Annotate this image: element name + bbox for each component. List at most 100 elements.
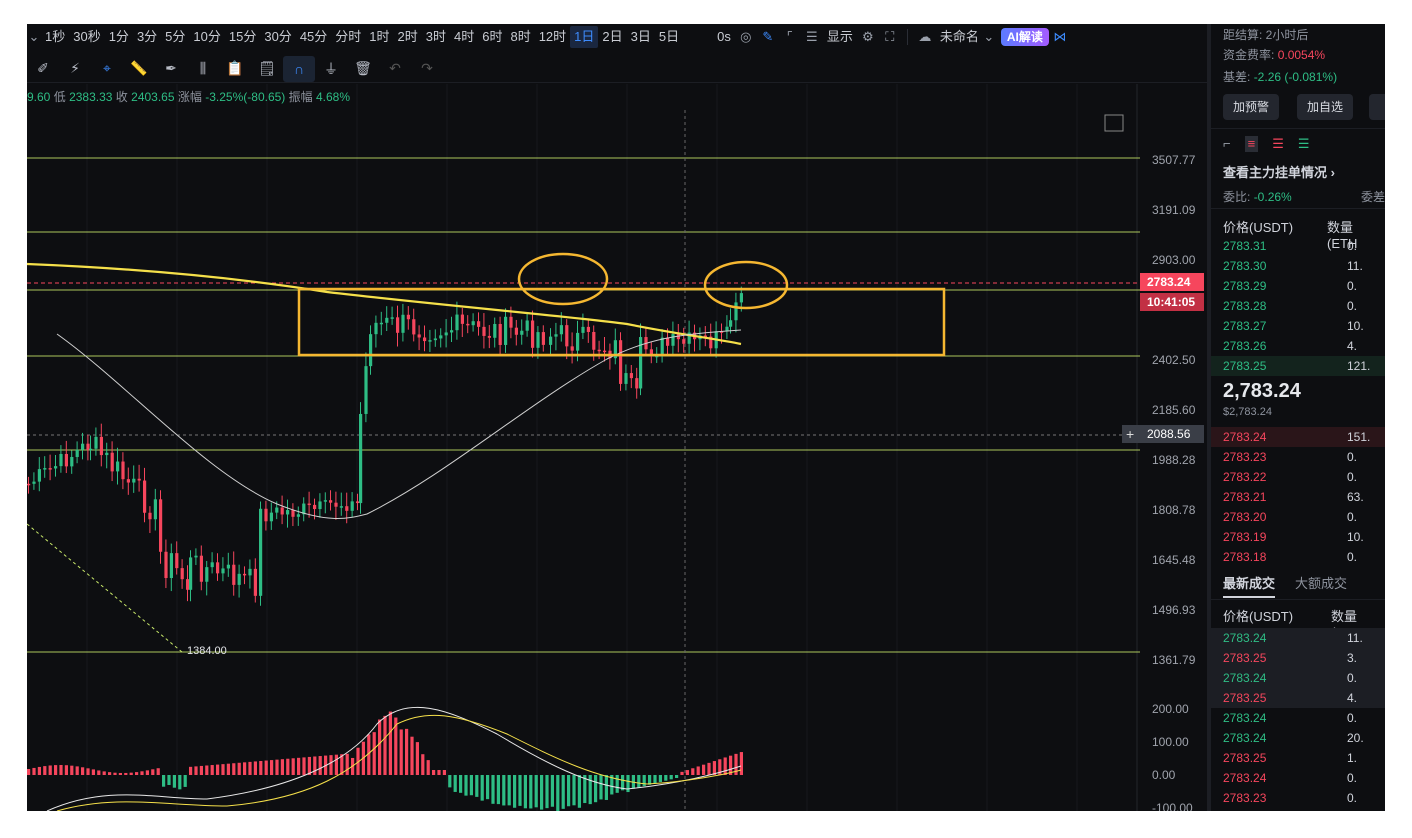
candle-body xyxy=(243,573,247,576)
timeframe-tab[interactable]: 15分 xyxy=(225,26,260,48)
timeframe-tab[interactable]: 分时 xyxy=(331,26,365,48)
trash-icon[interactable]: 🗑 xyxy=(347,56,379,82)
bars-icon[interactable]: ⫼ xyxy=(187,56,219,82)
tab-latest-trades[interactable]: 最新成交 xyxy=(1223,573,1276,598)
clipboard-icon[interactable]: 📋 xyxy=(219,56,251,82)
redo-icon[interactable]: ↷ xyxy=(411,56,443,82)
book-both-icon[interactable]: ⌐ xyxy=(1223,136,1231,152)
timeframe-tab[interactable]: 1秒 xyxy=(41,26,69,48)
trade-row[interactable]: 2783.24 20. xyxy=(1211,728,1385,748)
timeframe-tab[interactable]: 30分 xyxy=(260,26,295,48)
add-alert-button[interactable]: 加预警 xyxy=(1223,94,1280,120)
settings-icon[interactable]: ⚙ xyxy=(857,26,879,48)
crop-icon[interactable]: ⌜ xyxy=(779,26,801,48)
trade-row[interactable]: 2783.24 11. xyxy=(1211,628,1385,648)
brush-icon[interactable]: ✐ xyxy=(27,56,59,82)
timeframe-tab[interactable]: 45分 xyxy=(296,26,331,48)
row-price: 2783.23 xyxy=(1223,450,1267,464)
trade-row[interactable]: 2783.25 1. xyxy=(1211,748,1385,768)
book-row[interactable]: 2783.29 0. xyxy=(1211,276,1385,296)
filter-icon[interactable]: ⏚ xyxy=(315,56,347,82)
list-icon[interactable]: ☰ xyxy=(801,26,823,48)
macd-bar xyxy=(388,711,392,775)
book-row[interactable]: 2783.19 10. xyxy=(1211,527,1385,547)
macd-bar xyxy=(507,775,511,806)
book-asks-icon[interactable]: ☰ xyxy=(1272,136,1284,152)
trade-row[interactable]: 2783.24 0. xyxy=(1211,768,1385,788)
trade-row[interactable]: 2783.25 4. xyxy=(1211,688,1385,708)
magnet-icon[interactable]: ∩ xyxy=(283,55,315,82)
timeframe-tab[interactable]: 8时 xyxy=(506,26,534,48)
book-row[interactable]: 2783.18 0. xyxy=(1211,547,1385,567)
book-row[interactable]: 2783.22 0. xyxy=(1211,467,1385,487)
timeframe-tab[interactable]: 30秒 xyxy=(69,26,104,48)
timeframe-tab[interactable]: 2时 xyxy=(394,26,422,48)
timeframe-tab[interactable]: 10分 xyxy=(189,26,224,48)
trade-row[interactable]: 2783.24 0. xyxy=(1211,708,1385,728)
price-tick: 3191.09 xyxy=(1152,203,1196,217)
timeframe-tab[interactable]: 3分 xyxy=(133,26,161,48)
timeframe-tab[interactable]: 1分 xyxy=(105,26,133,48)
book-row[interactable]: 2783.26 4. xyxy=(1211,336,1385,356)
macd-bar xyxy=(156,768,160,775)
note-icon[interactable]: 🗒 xyxy=(251,56,283,82)
display-button[interactable]: 显示 xyxy=(823,26,857,48)
book-row[interactable]: 2783.24 151. xyxy=(1211,427,1385,447)
row-price: 2783.24 xyxy=(1223,771,1267,785)
timeframe-tab[interactable]: 5日 xyxy=(655,26,683,48)
layout-name-dropdown[interactable]: 未命名 xyxy=(936,26,983,48)
timeframe-tab[interactable]: 12时 xyxy=(535,26,570,48)
countdown-toggle[interactable]: 0s xyxy=(713,26,735,48)
undo-icon[interactable]: ↶ xyxy=(379,56,411,82)
book-row[interactable]: 2783.25 121. xyxy=(1211,356,1385,376)
ruler-icon[interactable]: 📏 xyxy=(123,56,155,82)
timeframe-tab[interactable]: 1日 xyxy=(570,26,599,48)
tab-big-trades[interactable]: 大额成交 xyxy=(1295,573,1347,592)
timeframe-tab[interactable]: 6时 xyxy=(478,26,506,48)
book-row[interactable]: 2783.30 11. xyxy=(1211,256,1385,276)
price-chart[interactable]: 3507.77 3191.09 2903.00 2402.50 2185.60 1988.… xyxy=(27,84,1207,811)
pencil-icon[interactable]: ✎ xyxy=(757,26,779,48)
camera-icon[interactable]: ◎ xyxy=(735,26,757,48)
more-button[interactable] xyxy=(1369,94,1385,120)
trade-row[interactable]: 2783.24 0. xyxy=(1211,668,1385,688)
timeframe-tab[interactable]: 3日 xyxy=(627,26,655,48)
price-tick: 1645.48 xyxy=(1152,553,1196,567)
candlestick-chart[interactable]: 3507.77 3191.09 2903.00 2402.50 2185.60 1988.… xyxy=(27,84,1207,811)
pen-icon[interactable]: ✒ xyxy=(155,56,187,82)
macd-bar xyxy=(226,763,230,775)
book-row[interactable]: 2783.20 0. xyxy=(1211,507,1385,527)
candle-body xyxy=(390,317,394,319)
add-watchlist-button[interactable]: 加自选 xyxy=(1297,94,1354,120)
change-value: -3.25%(-80.65) xyxy=(205,90,286,104)
timeframe-tab[interactable]: 5分 xyxy=(161,26,189,48)
book-split-icon[interactable]: ≡ xyxy=(1244,136,1259,152)
fullscreen-icon[interactable]: ⛶ xyxy=(879,26,901,48)
timeframe-tab[interactable]: 3时 xyxy=(422,26,450,48)
book-row[interactable]: 2783.21 63. xyxy=(1211,487,1385,507)
timeframe-tab[interactable]: 4时 xyxy=(450,26,478,48)
magic-icon[interactable]: ⚡ xyxy=(59,56,91,82)
book-row[interactable]: 2783.23 0. xyxy=(1211,447,1385,467)
share-icon[interactable]: ⋈ xyxy=(1049,26,1071,48)
book-bids-icon[interactable]: ☰ xyxy=(1298,136,1310,152)
ratio-label: 委比: xyxy=(1223,190,1251,204)
timeframe-tab[interactable]: 2日 xyxy=(598,26,626,48)
macd-bar xyxy=(199,765,203,775)
macd-bar xyxy=(37,766,41,775)
book-row[interactable]: 2783.27 10. xyxy=(1211,316,1385,336)
price-tick: 2402.50 xyxy=(1152,353,1196,367)
trade-row[interactable]: 2783.23 0. xyxy=(1211,788,1385,808)
book-row[interactable]: 2783.28 0. xyxy=(1211,296,1385,316)
main-orders-link[interactable]: 查看主力挂单情况 › xyxy=(1223,162,1335,181)
trade-row[interactable]: 2783.25 3. xyxy=(1211,648,1385,668)
chevron-down-icon[interactable]: ⌄ xyxy=(27,26,41,48)
timeframe-tab[interactable]: 1时 xyxy=(365,26,393,48)
cursor-icon[interactable]: ⌖ xyxy=(91,56,123,82)
ai-analysis-button[interactable]: AI解读 xyxy=(1000,28,1049,46)
candle-body xyxy=(43,468,47,470)
chevron-down-icon[interactable]: ⌄ xyxy=(983,26,995,48)
macd-bar xyxy=(135,772,139,775)
book-row[interactable]: 2783.31 0. xyxy=(1211,236,1385,256)
cloud-icon[interactable]: ☁ xyxy=(914,26,936,48)
